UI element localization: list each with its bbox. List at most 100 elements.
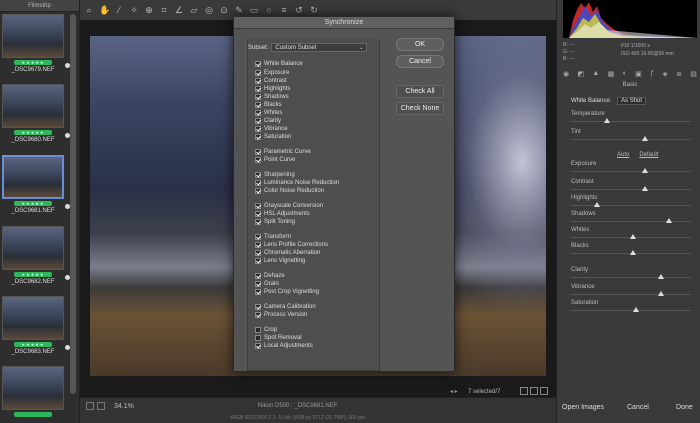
adjustment-brush-icon[interactable]: ✎ xyxy=(234,5,244,15)
grid-icon[interactable] xyxy=(530,387,538,395)
checkbox[interactable] xyxy=(255,118,261,124)
adjustment-slider[interactable]: Vibrance xyxy=(571,283,691,296)
checkbox[interactable] xyxy=(255,180,261,186)
cancel-button[interactable]: Cancel xyxy=(627,404,649,411)
check-all-button[interactable]: Check All xyxy=(396,85,444,98)
setting-checkbox-row[interactable]: Exposure xyxy=(255,69,289,77)
checkbox[interactable] xyxy=(255,289,261,295)
checkbox[interactable] xyxy=(255,102,261,108)
checkbox[interactable] xyxy=(255,86,261,92)
checkbox[interactable] xyxy=(255,211,261,217)
checkbox[interactable] xyxy=(255,312,261,318)
slider-track[interactable] xyxy=(571,171,691,172)
slider-track[interactable] xyxy=(571,294,691,295)
lens-tab-icon[interactable]: ▣ xyxy=(635,70,642,80)
checkbox[interactable] xyxy=(255,335,261,341)
setting-checkbox-row[interactable]: Point Curve xyxy=(255,156,295,164)
setting-checkbox-row[interactable]: HSL Adjustments xyxy=(255,210,310,218)
adjustment-slider[interactable]: Shadows xyxy=(571,210,691,223)
filmstrip-thumb[interactable]: ★★★★★ _DSC9683.NEF xyxy=(2,296,70,355)
checkbox[interactable] xyxy=(255,258,261,264)
setting-checkbox-row[interactable]: Lens Vignetting xyxy=(255,257,305,265)
check-none-button[interactable]: Check None xyxy=(396,102,444,115)
straighten-tool-icon[interactable]: ∠ xyxy=(174,5,184,15)
setting-checkbox-row[interactable]: Grain xyxy=(255,280,279,288)
checkbox[interactable] xyxy=(255,61,261,67)
slider-track[interactable] xyxy=(571,277,691,278)
adjustment-slider[interactable]: Highlights xyxy=(571,194,691,207)
setting-checkbox-row[interactable]: Chromatic Aberration xyxy=(255,249,320,257)
slider-knob[interactable] xyxy=(604,118,610,123)
checkbox[interactable] xyxy=(255,126,261,132)
setting-checkbox-row[interactable]: Spot Removal xyxy=(255,334,302,342)
checkbox[interactable] xyxy=(255,234,261,240)
adjustment-slider[interactable]: Temperature xyxy=(571,110,691,123)
adjustment-slider[interactable]: Saturation xyxy=(571,299,691,312)
filmstrip-thumb[interactable]: ★★★★★ _DSC9679.NEF xyxy=(2,14,70,73)
effects-tab-icon[interactable]: ƒ xyxy=(650,70,654,80)
checkbox[interactable] xyxy=(255,134,261,140)
default-link[interactable]: Default xyxy=(639,152,658,158)
filmstrip-thumb[interactable]: ★★★★★ _DSC9682.NEF xyxy=(2,226,70,285)
checkbox[interactable] xyxy=(255,94,261,100)
transform-tool-icon[interactable]: ▱ xyxy=(189,5,199,15)
star-rating[interactable]: ★★★★★ xyxy=(14,130,52,135)
split-toning-tab-icon[interactable]: ◐ xyxy=(623,70,627,80)
adjustment-slider[interactable]: Blacks xyxy=(571,242,691,255)
setting-checkbox-row[interactable]: Dehaze xyxy=(255,272,285,280)
setting-checkbox-row[interactable]: Crop xyxy=(255,326,277,334)
slider-track[interactable] xyxy=(571,310,691,311)
checkbox[interactable] xyxy=(255,188,261,194)
checkbox[interactable] xyxy=(255,250,261,256)
checkbox[interactable] xyxy=(255,78,261,84)
targeted-adjustment-icon[interactable]: ⊕ xyxy=(144,5,154,15)
radial-filter-icon[interactable]: ○ xyxy=(264,5,274,15)
slider-knob[interactable] xyxy=(642,136,649,141)
crop-tool-icon[interactable]: ⌗ xyxy=(159,5,169,15)
slider-knob[interactable] xyxy=(642,186,649,191)
auto-link[interactable]: Auto xyxy=(617,152,629,158)
preferences-icon[interactable]: ≡ xyxy=(279,5,289,15)
setting-checkbox-row[interactable]: Sharpening xyxy=(255,171,295,179)
slider-knob[interactable] xyxy=(630,234,637,239)
checkbox[interactable] xyxy=(255,242,261,248)
setting-checkbox-row[interactable]: Luminance Noise Reduction xyxy=(255,179,339,187)
slider-track[interactable] xyxy=(571,189,691,190)
basic-tab-icon[interactable]: ◉ xyxy=(563,70,569,80)
setting-checkbox-row[interactable]: White Balance xyxy=(255,60,303,68)
white-balance-tool-icon[interactable]: ⁄ xyxy=(114,5,124,15)
filmstrip-scrollbar[interactable] xyxy=(70,14,76,394)
snapshots-tab-icon[interactable]: ▤ xyxy=(690,70,697,80)
nav-arrows-icon[interactable]: ◂ ▸ xyxy=(450,388,458,395)
spot-removal-icon[interactable]: ◎ xyxy=(204,5,214,15)
done-button[interactable]: Done xyxy=(676,404,693,411)
setting-checkbox-row[interactable]: Camera Calibration xyxy=(255,303,316,311)
white-balance-select[interactable]: As Shot xyxy=(617,97,647,105)
setting-checkbox-row[interactable]: Grayscale Conversion xyxy=(255,202,323,210)
settings-icon[interactable] xyxy=(540,387,548,395)
checkbox[interactable] xyxy=(255,304,261,310)
slider-knob[interactable] xyxy=(594,202,601,207)
slider-knob[interactable] xyxy=(632,307,639,312)
red-eye-icon[interactable]: ⊙ xyxy=(219,5,229,15)
setting-checkbox-row[interactable]: Clarity xyxy=(255,117,281,125)
checkbox[interactable] xyxy=(255,273,261,279)
checkbox[interactable] xyxy=(255,157,261,163)
checkbox[interactable] xyxy=(255,343,261,349)
rotate-right-icon[interactable]: ↻ xyxy=(309,5,319,15)
setting-checkbox-row[interactable]: Parametric Curve xyxy=(255,148,311,156)
adjustment-slider[interactable]: Clarity xyxy=(571,266,691,279)
setting-checkbox-row[interactable]: Transform xyxy=(255,233,291,241)
slider-track[interactable] xyxy=(571,139,691,140)
calibration-tab-icon[interactable]: ◈ xyxy=(662,70,667,80)
setting-checkbox-row[interactable]: Shadows xyxy=(255,93,289,101)
slider-knob[interactable] xyxy=(666,218,673,223)
ok-button[interactable]: OK xyxy=(396,38,444,51)
presets-tab-icon[interactable]: ≣ xyxy=(676,70,682,80)
filmstrip-thumb[interactable]: ★★★★★ _DSC9681.NEF xyxy=(2,155,70,214)
slider-knob[interactable] xyxy=(630,250,637,255)
checkbox[interactable] xyxy=(255,70,261,76)
star-rating[interactable]: ★★★★★ xyxy=(14,201,52,206)
star-rating[interactable]: ★★★★★ xyxy=(14,272,52,277)
checkbox[interactable] xyxy=(255,203,261,209)
